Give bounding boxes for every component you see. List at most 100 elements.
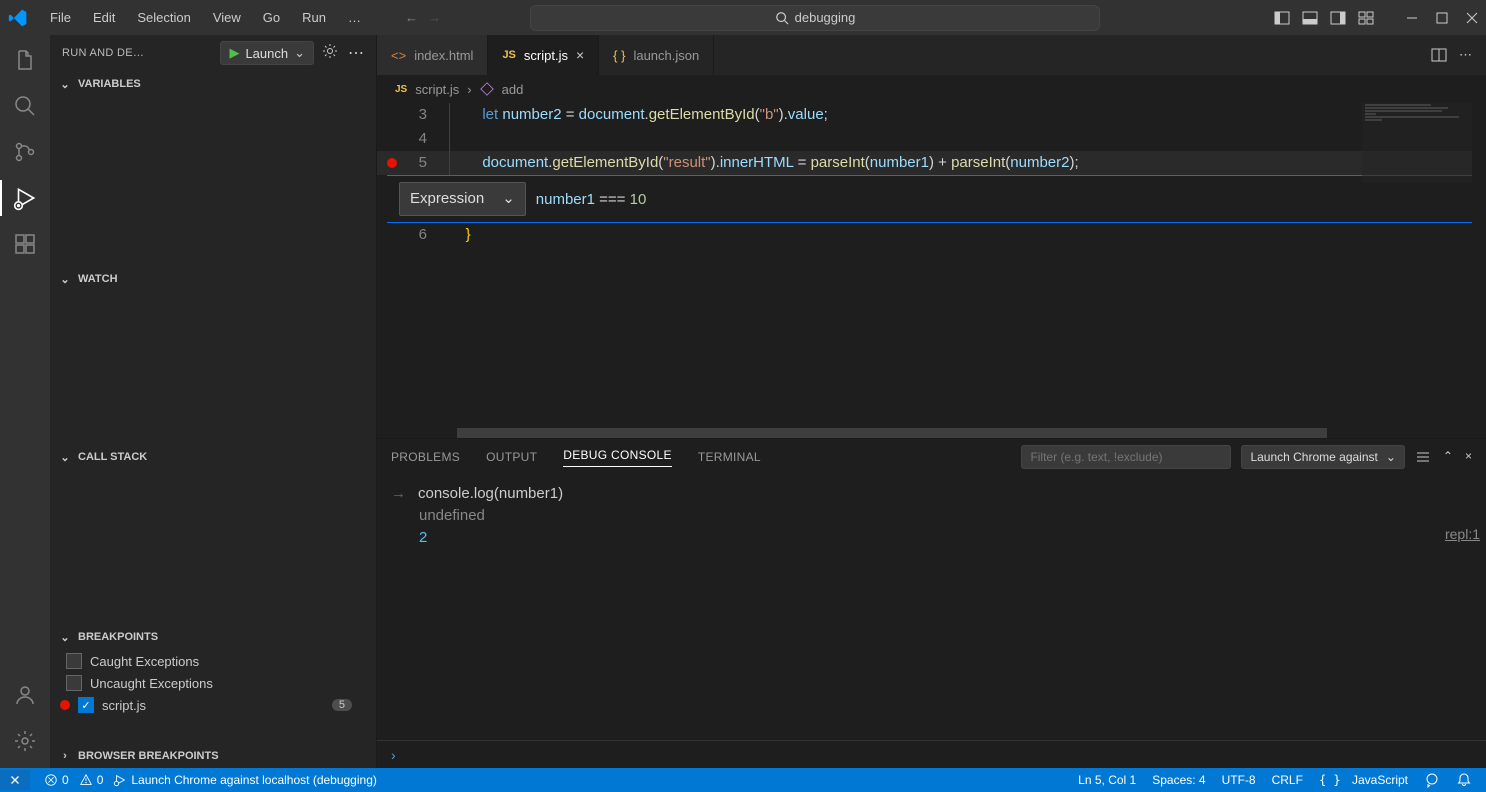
status-errors[interactable]: 0 — [44, 773, 69, 787]
bell-icon[interactable] — [1456, 772, 1472, 788]
run-debug-icon[interactable] — [12, 185, 38, 211]
remote-indicator[interactable] — [0, 770, 30, 790]
nav-back-icon[interactable]: ← — [405, 10, 418, 25]
breakpoints-label: BREAKPOINTS — [78, 631, 158, 643]
gear-icon[interactable] — [322, 43, 338, 59]
scrollbar[interactable] — [1472, 103, 1486, 438]
console-prompt-icon: › — [391, 747, 396, 763]
menu-edit[interactable]: Edit — [83, 6, 125, 29]
breakpoints-section-header[interactable]: ⌄ BREAKPOINTS — [50, 624, 376, 650]
panel-tab-problems[interactable]: PROBLEMS — [391, 450, 460, 464]
customize-layout-icon[interactable] — [1358, 10, 1374, 26]
logpoint-expression-input[interactable]: number1 === 10 — [536, 187, 647, 212]
checkbox-icon[interactable] — [66, 653, 82, 669]
checkbox-icon[interactable] — [66, 675, 82, 691]
status-warnings[interactable]: 0 — [79, 773, 104, 787]
settings-gear-icon[interactable] — [12, 728, 38, 754]
console-input[interactable]: › — [377, 740, 1486, 768]
bp-file-label: script.js — [102, 698, 146, 713]
vscode-logo — [8, 8, 28, 28]
checkbox-icon[interactable]: ✓ — [78, 697, 94, 713]
console-undefined: undefined — [391, 505, 1472, 527]
close-panel-icon[interactable]: × — [1465, 449, 1472, 465]
line-number: 4 — [377, 127, 445, 151]
tab-index-html[interactable]: <> index.html — [377, 35, 488, 75]
launch-config-selector[interactable]: ▶ Launch ⌄ — [220, 41, 314, 65]
panel-tab-debug-console[interactable]: DEBUG CONSOLE — [563, 448, 672, 467]
logpoint-type-dropdown[interactable]: Expression ⌄ — [399, 182, 526, 216]
panel-tab-output[interactable]: OUTPUT — [486, 450, 537, 464]
collapse-panel-icon[interactable]: ⌃ — [1443, 449, 1453, 465]
console-filter-input[interactable] — [1021, 445, 1231, 469]
menu-file[interactable]: File — [40, 6, 81, 29]
window-close-icon[interactable] — [1466, 12, 1478, 24]
tab-label: index.html — [414, 48, 473, 63]
toggle-panel-icon[interactable] — [1302, 10, 1318, 26]
tab-launch-json[interactable]: { } launch.json — [599, 35, 714, 75]
status-cursor-position[interactable]: Ln 5, Col 1 — [1078, 773, 1136, 787]
menu-run[interactable]: Run — [292, 6, 336, 29]
debug-console[interactable]: →console.log(number1) undefined 2 repl:1 — [377, 475, 1486, 740]
variables-label: VARIABLES — [78, 78, 141, 90]
logpoint-editor[interactable]: Expression ⌄ number1 === 10 — [387, 175, 1486, 223]
bottom-panel: PROBLEMS OUTPUT DEBUG CONSOLE TERMINAL L… — [377, 438, 1486, 768]
status-indentation[interactable]: Spaces: 4 — [1152, 773, 1205, 787]
chevron-right-icon: › — [58, 750, 72, 762]
watch-section-header[interactable]: ⌄ WATCH — [50, 266, 376, 292]
chevron-down-icon: ⌄ — [1386, 450, 1396, 464]
console-target-selector[interactable]: Launch Chrome against ⌄ — [1241, 445, 1404, 469]
status-eol[interactable]: CRLF — [1272, 773, 1303, 787]
explorer-icon[interactable] — [12, 47, 38, 73]
console-target-label: Launch Chrome against — [1250, 450, 1377, 464]
account-icon[interactable] — [12, 682, 38, 708]
chevron-down-icon: ⌄ — [58, 631, 72, 644]
menu-more[interactable]: … — [338, 6, 371, 29]
split-editor-icon[interactable] — [1431, 47, 1447, 63]
breadcrumb-symbol: add — [502, 82, 524, 97]
toggle-primary-sidebar-icon[interactable] — [1274, 10, 1290, 26]
close-icon[interactable]: × — [576, 47, 584, 63]
source-control-icon[interactable] — [12, 139, 38, 165]
logpoint-type-label: Expression — [410, 187, 484, 211]
breakpoint-uncaught-exceptions[interactable]: Uncaught Exceptions — [50, 672, 376, 694]
nav-forward-icon[interactable]: → — [428, 10, 441, 25]
command-center[interactable]: debugging — [530, 5, 1100, 31]
js-file-icon: JS — [502, 49, 515, 61]
feedback-icon[interactable] — [1424, 772, 1440, 788]
callstack-section-header[interactable]: ⌄ CALL STACK — [50, 444, 376, 470]
variables-section-header[interactable]: ⌄ VARIABLES — [50, 71, 376, 97]
breakpoint-caught-exceptions[interactable]: Caught Exceptions — [50, 650, 376, 672]
window-maximize-icon[interactable] — [1436, 12, 1448, 24]
status-debug-target[interactable]: Launch Chrome against localhost (debuggi… — [113, 773, 377, 787]
toggle-secondary-sidebar-icon[interactable] — [1330, 10, 1346, 26]
more-icon[interactable]: ⋯ — [1459, 47, 1472, 63]
menu-selection[interactable]: Selection — [127, 6, 200, 29]
breadcrumb-file: script.js — [415, 82, 459, 97]
clear-console-icon[interactable] — [1415, 449, 1431, 465]
search-icon[interactable] — [12, 93, 38, 119]
browser-bp-label: BROWSER BREAKPOINTS — [78, 750, 219, 762]
line-number: 5 — [377, 151, 445, 175]
menu-go[interactable]: Go — [253, 6, 290, 29]
breadcrumb[interactable]: JS script.js › add — [377, 75, 1486, 103]
breakpoint-dot-icon[interactable] — [387, 158, 397, 168]
extensions-icon[interactable] — [12, 231, 38, 257]
horizontal-scrollbar[interactable] — [377, 428, 1486, 438]
window-minimize-icon[interactable] — [1406, 12, 1418, 24]
menu-view[interactable]: View — [203, 6, 251, 29]
watch-label: WATCH — [78, 273, 118, 285]
panel-tab-terminal[interactable]: TERMINAL — [698, 450, 761, 464]
breadcrumb-separator: › — [467, 82, 471, 97]
callstack-label: CALL STACK — [78, 451, 147, 463]
more-icon[interactable]: ⋯ — [348, 43, 364, 63]
status-encoding[interactable]: UTF-8 — [1222, 773, 1256, 787]
editor[interactable]: 3 let number2 = document.getElementById(… — [377, 103, 1486, 438]
browser-breakpoints-header[interactable]: › BROWSER BREAKPOINTS — [50, 744, 376, 768]
console-result: 2 — [391, 527, 1472, 549]
console-source-link[interactable]: repl:1 — [1445, 523, 1480, 545]
breakpoint-scriptjs[interactable]: ✓ script.js 5 — [50, 694, 376, 716]
status-language[interactable]: { } JavaScript — [1319, 773, 1408, 787]
chevron-down-icon: ⌄ — [58, 273, 72, 286]
html-file-icon: <> — [391, 48, 406, 63]
tab-script-js[interactable]: JS script.js × — [488, 35, 599, 75]
